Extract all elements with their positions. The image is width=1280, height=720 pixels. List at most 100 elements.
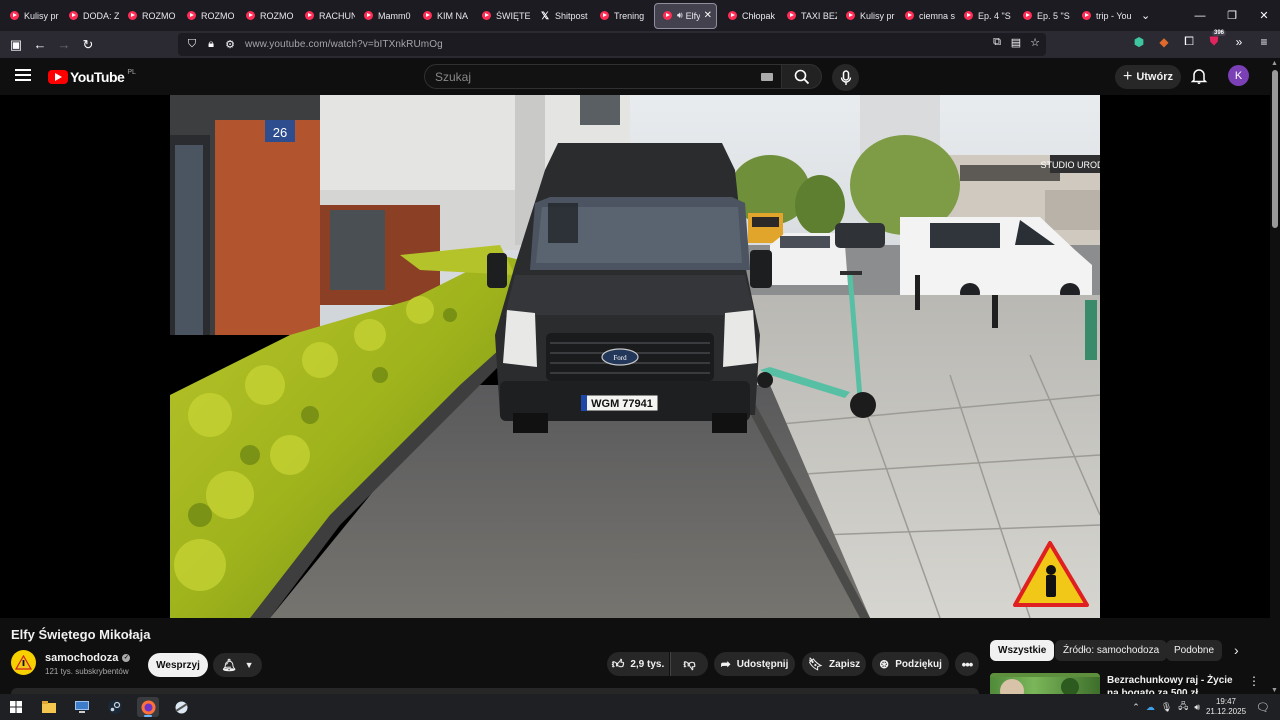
dislike-button[interactable]: 👎︎ [670, 652, 708, 676]
scroll-down-arrow-icon[interactable]: ▼ [1271, 687, 1278, 694]
url-text[interactable]: www.youtube.com/watch?v=bITXnkRUmOg [245, 39, 443, 50]
recommendation-menu-icon[interactable]: ⋮ [1248, 674, 1260, 688]
tab-label: RACHUN [319, 10, 355, 21]
extensions-puzzle-icon[interactable]: ⧠ [1181, 34, 1197, 49]
video-player[interactable]: 26 STUDIO URODY [0, 95, 1270, 618]
browser-tab[interactable]: RACHUN [297, 3, 356, 29]
search-button[interactable] [781, 64, 822, 89]
lock-icon[interactable]: 🔒︎ [203, 38, 219, 51]
clock[interactable]: 19:47 21.12.2025 [1206, 697, 1246, 717]
scroll-up-arrow-icon[interactable]: ▲ [1271, 60, 1278, 67]
firefox-icon[interactable] [137, 697, 159, 717]
reload-icon[interactable]: ↻ [76, 33, 100, 57]
browser-tab[interactable]: ŚWIĘTE [474, 3, 533, 29]
chips-next-arrow-icon[interactable]: › [1234, 642, 1239, 658]
browser-tab[interactable]: KIM NA [415, 3, 474, 29]
search-input[interactable] [435, 69, 735, 84]
volume-icon[interactable]: 🔊︎ [1194, 702, 1200, 713]
share-button[interactable]: ➦ Udostępnij [714, 652, 795, 676]
computer-icon[interactable] [71, 697, 93, 717]
back-icon[interactable]: ← [28, 33, 52, 57]
voice-search-button[interactable] [832, 64, 859, 91]
tab-close-icon[interactable]: ✕ [704, 10, 712, 21]
browser-tab[interactable]: 𝕏 Shitpost [533, 3, 592, 29]
browser-tab[interactable]: 🔊︎ Elfy ✕ [654, 2, 717, 29]
like-button[interactable]: 👍︎ 2,9 tys. [607, 652, 669, 676]
forward-icon[interactable]: → [52, 33, 76, 57]
browser-tab[interactable]: ROZMO [120, 3, 179, 29]
overflow-chevron-icon[interactable]: » [1231, 35, 1247, 49]
app-menu-icon[interactable]: ≡ [1256, 35, 1272, 49]
browser-tab[interactable]: ciemna s [897, 3, 956, 29]
channel-name-text[interactable]: samochodoza [45, 652, 118, 664]
street-number: 26 [273, 125, 287, 140]
tray-overflow-icon[interactable]: ⌃ [1132, 702, 1140, 713]
menu-icon[interactable] [15, 69, 31, 81]
minimize-icon[interactable]: — [1184, 0, 1216, 31]
sidebar-toggle-icon[interactable]: ▣ [4, 33, 28, 57]
picture-in-picture-icon[interactable]: ⧉ [990, 36, 1004, 49]
verified-check-icon: ✓ [122, 654, 131, 662]
tab-list-chevron-icon[interactable]: ⌄ [1141, 9, 1150, 22]
browser-tab[interactable]: DODA: Z [61, 3, 120, 29]
recommendation-thumbnail[interactable] [990, 673, 1100, 694]
account-avatar[interactable]: K [1228, 65, 1249, 86]
keyboard-icon[interactable] [761, 73, 773, 81]
app-icon[interactable] [170, 697, 192, 717]
browser-tab[interactable]: Trening [592, 3, 651, 29]
thanks-dollar-icon: ⊛ [879, 657, 890, 671]
youtube-icon [964, 11, 973, 20]
youtube-icon [128, 11, 137, 20]
browser-tab[interactable]: Kulisy pr [2, 3, 61, 29]
browser-tab[interactable]: ROZMO [179, 3, 238, 29]
tab-label: Trening [614, 10, 645, 21]
search-box [424, 64, 782, 89]
notification-bell-button[interactable]: 🔔︎ ▼ [213, 653, 262, 677]
thumbs-down-icon: 👎︎ [683, 656, 696, 671]
extension-shield-icon[interactable]: ⬢ [1131, 35, 1147, 49]
save-button[interactable]: 🔖︎ Zapisz [802, 652, 866, 676]
url-bar[interactable]: ⛉ 🔒︎ ⚙ www.youtube.com/watch?v=bITXnkRUm… [178, 33, 1046, 56]
shield-icon[interactable]: ⛉ [184, 38, 200, 51]
browser-tab[interactable]: Chłopak [720, 3, 779, 29]
restore-icon[interactable]: ❐ [1216, 0, 1248, 31]
microphone-tray-icon[interactable]: 🎙︎ [1161, 702, 1172, 713]
onedrive-icon[interactable]: ☁ [1146, 702, 1155, 713]
browser-tab[interactable]: TAXI BEZ [779, 3, 838, 29]
browser-tab[interactable]: Kulisy pr [838, 3, 897, 29]
bookmark-star-icon[interactable]: ☆ [1028, 36, 1042, 49]
browser-tab[interactable]: trip - You [1074, 3, 1133, 29]
notifications-icon[interactable]: 🗨︎ [1256, 701, 1270, 714]
notifications-bell-icon[interactable] [1190, 67, 1208, 85]
scrollbar-thumb[interactable] [1272, 70, 1278, 228]
browser-tab[interactable]: Ep. 5 "S [1015, 3, 1074, 29]
permissions-icon[interactable]: ⚙ [222, 38, 238, 51]
recommendation-title[interactable]: Bezrachunkowy raj - Życie na bogato za 5… [1107, 674, 1242, 694]
more-actions-button[interactable]: ••• [955, 652, 979, 676]
steam-icon[interactable] [104, 697, 126, 717]
support-button[interactable]: Wesprzyj [148, 653, 208, 677]
network-icon[interactable]: 🖧 [1178, 699, 1188, 715]
browser-tab[interactable]: ROZMO [238, 3, 297, 29]
extension-fox-icon[interactable]: ◆ [1156, 35, 1172, 49]
thanks-label: Podziękuj [895, 658, 942, 670]
file-explorer-icon[interactable] [38, 697, 60, 717]
browser-tab[interactable]: Mamm0 [356, 3, 415, 29]
browser-tab[interactable]: Ep. 4 "S [956, 3, 1015, 29]
tab-label: Shitpost [555, 10, 588, 21]
thanks-button[interactable]: ⊛ Podziękuj [872, 652, 949, 676]
speaker-icon[interactable]: 🔊︎ [677, 10, 683, 21]
channel-name[interactable]: samochodoza ✓ [45, 652, 131, 664]
chip-all[interactable]: Wszystkie [990, 640, 1055, 661]
reader-view-icon[interactable]: ▤ [1009, 36, 1023, 49]
start-button[interactable] [5, 697, 27, 717]
page-scrollbar[interactable]: ▲ ▼ [1270, 58, 1280, 694]
channel-avatar[interactable] [11, 650, 36, 675]
youtube-logo[interactable]: YouTube PL [48, 69, 136, 85]
create-button[interactable]: + Utwórz [1115, 65, 1181, 89]
chip-related[interactable]: Podobne [1166, 640, 1223, 661]
ublock-icon[interactable]: ⛊ 396 [1206, 30, 1227, 49]
close-window-icon[interactable]: ✕ [1248, 0, 1280, 31]
video-frame[interactable]: 26 STUDIO URODY [170, 95, 1100, 618]
chip-source[interactable]: Źródło: samochodoza [1055, 640, 1168, 661]
